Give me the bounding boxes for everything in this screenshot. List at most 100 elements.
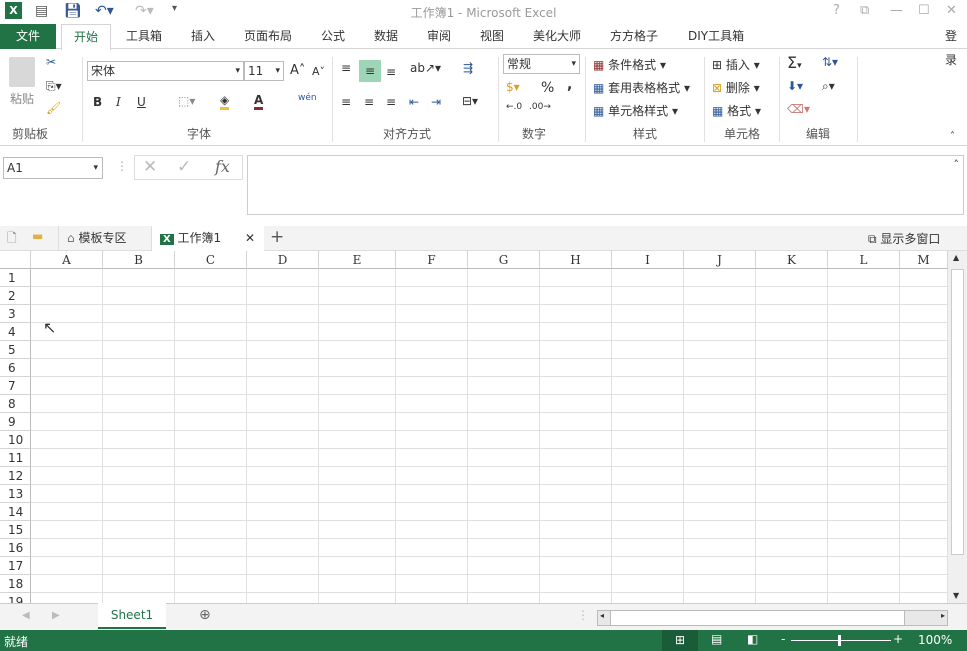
font-color-icon[interactable]: A — [254, 93, 264, 110]
insert-cells-button[interactable]: ⊞ 插入 ▾ — [712, 56, 760, 73]
wrap-text-icon[interactable]: ⇶ — [463, 61, 473, 75]
horizontal-scrollbar[interactable]: ◂ ▸ — [597, 610, 948, 626]
select-all-corner[interactable] — [0, 251, 31, 269]
paste-icon[interactable] — [9, 57, 35, 87]
new-document-icon[interactable]: 🗋︎ — [7, 229, 17, 250]
zoom-in-icon[interactable]: + — [893, 632, 903, 646]
sheet-tab[interactable]: Sheet1 — [98, 603, 166, 629]
row-header[interactable]: 3 — [0, 305, 31, 323]
collapse-formula-icon[interactable]: ˄ — [954, 158, 960, 171]
align-right-icon[interactable]: ≡ — [386, 95, 396, 109]
scroll-left-icon[interactable]: ◂ — [600, 611, 604, 620]
merge-center-icon[interactable]: ⊟▾ — [462, 94, 478, 108]
format-painter-icon[interactable]: 🖌︎ — [46, 101, 61, 115]
row-header[interactable]: 16 — [0, 539, 31, 557]
customize-qa-icon[interactable]: ▾ — [172, 3, 177, 14]
column-header[interactable]: A — [31, 251, 103, 269]
tab-toolbox[interactable]: 工具箱 — [124, 24, 164, 49]
decrease-indent-icon[interactable]: ⇤ — [409, 95, 419, 109]
form-icon[interactable]: ▤ — [35, 3, 48, 19]
sort-filter-icon[interactable]: ⇅▾ — [822, 55, 838, 69]
redo-icon[interactable]: ↷▾ — [135, 3, 154, 19]
next-sheet-icon[interactable]: ▶ — [52, 610, 60, 621]
tab-data[interactable]: 数据 — [372, 24, 400, 49]
italic-button[interactable]: I — [116, 95, 121, 109]
copy-icon[interactable]: ⎘▾ — [46, 79, 62, 94]
tab-insert[interactable]: 插入 — [189, 24, 217, 49]
delete-cells-button[interactable]: ⊠ 删除 ▾ — [712, 79, 760, 96]
close-tab-icon[interactable]: ✕ — [245, 226, 255, 250]
tab-view[interactable]: 视图 — [478, 24, 506, 49]
row-header[interactable]: 17 — [0, 557, 31, 575]
column-header[interactable]: I — [612, 251, 684, 269]
column-header[interactable]: J — [684, 251, 756, 269]
spreadsheet-grid[interactable]: A B C D E F G H I J K L M 1 2 3 4 5 6 7 8 9 10 11 12 13 14 15 16 17 18… — [0, 251, 948, 603]
close-button[interactable]: ✕ — [946, 3, 957, 18]
zoom-out-icon[interactable]: - — [781, 632, 785, 646]
column-header[interactable]: F — [396, 251, 468, 269]
tab-home[interactable]: 开始 — [61, 24, 111, 50]
scroll-right-icon[interactable]: ▸ — [941, 611, 945, 620]
cancel-icon[interactable]: ✕ — [143, 157, 157, 177]
tab-diy-toolbox[interactable]: DIY工具箱 — [686, 24, 746, 49]
zoom-slider-thumb[interactable] — [838, 635, 841, 646]
tab-formulas[interactable]: 公式 — [319, 24, 347, 49]
fill-color-icon[interactable]: ◈ — [220, 93, 230, 110]
splitter-icon[interactable]: ⋮ — [577, 608, 589, 622]
column-header[interactable]: C — [175, 251, 247, 269]
align-left-icon[interactable]: ≡ — [341, 95, 351, 109]
row-header[interactable]: 13 — [0, 485, 31, 503]
orientation-icon[interactable]: ab↗▾ — [410, 61, 441, 75]
phonetic-button[interactable]: wén — [298, 93, 317, 103]
align-top-icon[interactable]: ≡ — [341, 61, 351, 75]
help-button[interactable]: ? — [833, 3, 840, 18]
row-header[interactable]: 11 — [0, 449, 31, 467]
column-header[interactable]: B — [103, 251, 175, 269]
find-select-icon[interactable]: ⌕▾ — [822, 79, 835, 94]
align-bottom-icon[interactable]: ≡ — [386, 65, 396, 79]
format-cells-button[interactable]: ▦ 格式 ▾ — [712, 102, 761, 119]
font-name-select[interactable]: 宋体 ▾ — [87, 61, 244, 81]
new-tab-icon[interactable]: + — [270, 227, 284, 247]
normal-view-button[interactable]: ⊞ — [662, 630, 698, 651]
row-header[interactable]: 6 — [0, 359, 31, 377]
tab-review[interactable]: 审阅 — [425, 24, 453, 49]
ribbon-display-button[interactable]: ⧉ — [860, 3, 869, 18]
workbook-tab[interactable]: X 工作簿1 ✕ — [152, 226, 264, 252]
column-header[interactable]: H — [540, 251, 612, 269]
decrease-font-icon[interactable]: A˅ — [312, 65, 325, 78]
formula-input[interactable]: ˄ — [247, 155, 964, 215]
cell-styles-button[interactable]: ▦ 单元格样式 ▾ — [593, 102, 678, 119]
align-middle-icon[interactable]: ≡ — [359, 60, 381, 82]
open-folder-icon[interactable]: ▬ — [32, 229, 43, 243]
row-header[interactable]: 4 — [0, 323, 31, 341]
row-header[interactable]: 1 — [0, 269, 31, 287]
vertical-scroll-thumb[interactable] — [951, 269, 964, 555]
fill-icon[interactable]: ⬇▾ — [787, 79, 803, 93]
row-header[interactable]: 15 — [0, 521, 31, 539]
align-center-icon[interactable]: ≡ — [364, 95, 374, 109]
enter-icon[interactable]: ✓ — [177, 157, 191, 177]
template-tab[interactable]: ⌂ 模板专区 — [58, 226, 152, 251]
increase-indent-icon[interactable]: ⇥ — [431, 95, 441, 109]
tab-fangfang[interactable]: 方方格子 — [608, 24, 660, 49]
column-header[interactable]: D — [247, 251, 319, 269]
cut-icon[interactable]: ✂ — [46, 55, 56, 69]
maximize-button[interactable]: ☐ — [918, 3, 930, 18]
column-header[interactable]: M — [900, 251, 948, 269]
row-header[interactable]: 5 — [0, 341, 31, 359]
row-header[interactable]: 8 — [0, 395, 31, 413]
column-header[interactable]: G — [468, 251, 540, 269]
page-layout-view-icon[interactable]: ▤ — [711, 632, 722, 646]
row-header[interactable]: 19 — [0, 593, 31, 603]
column-header[interactable]: L — [828, 251, 900, 269]
name-box[interactable]: A1 ▾ — [3, 157, 103, 179]
comma-button[interactable]: , — [567, 77, 572, 93]
row-header[interactable]: 10 — [0, 431, 31, 449]
prev-sheet-icon[interactable]: ◀ — [22, 610, 30, 621]
increase-decimal-icon[interactable]: ←.0 — [506, 102, 522, 112]
vertical-scrollbar[interactable]: ▲ ▼ — [948, 251, 967, 603]
underline-button[interactable]: U — [137, 95, 146, 109]
zoom-slider[interactable] — [791, 640, 891, 641]
column-header[interactable]: K — [756, 251, 828, 269]
